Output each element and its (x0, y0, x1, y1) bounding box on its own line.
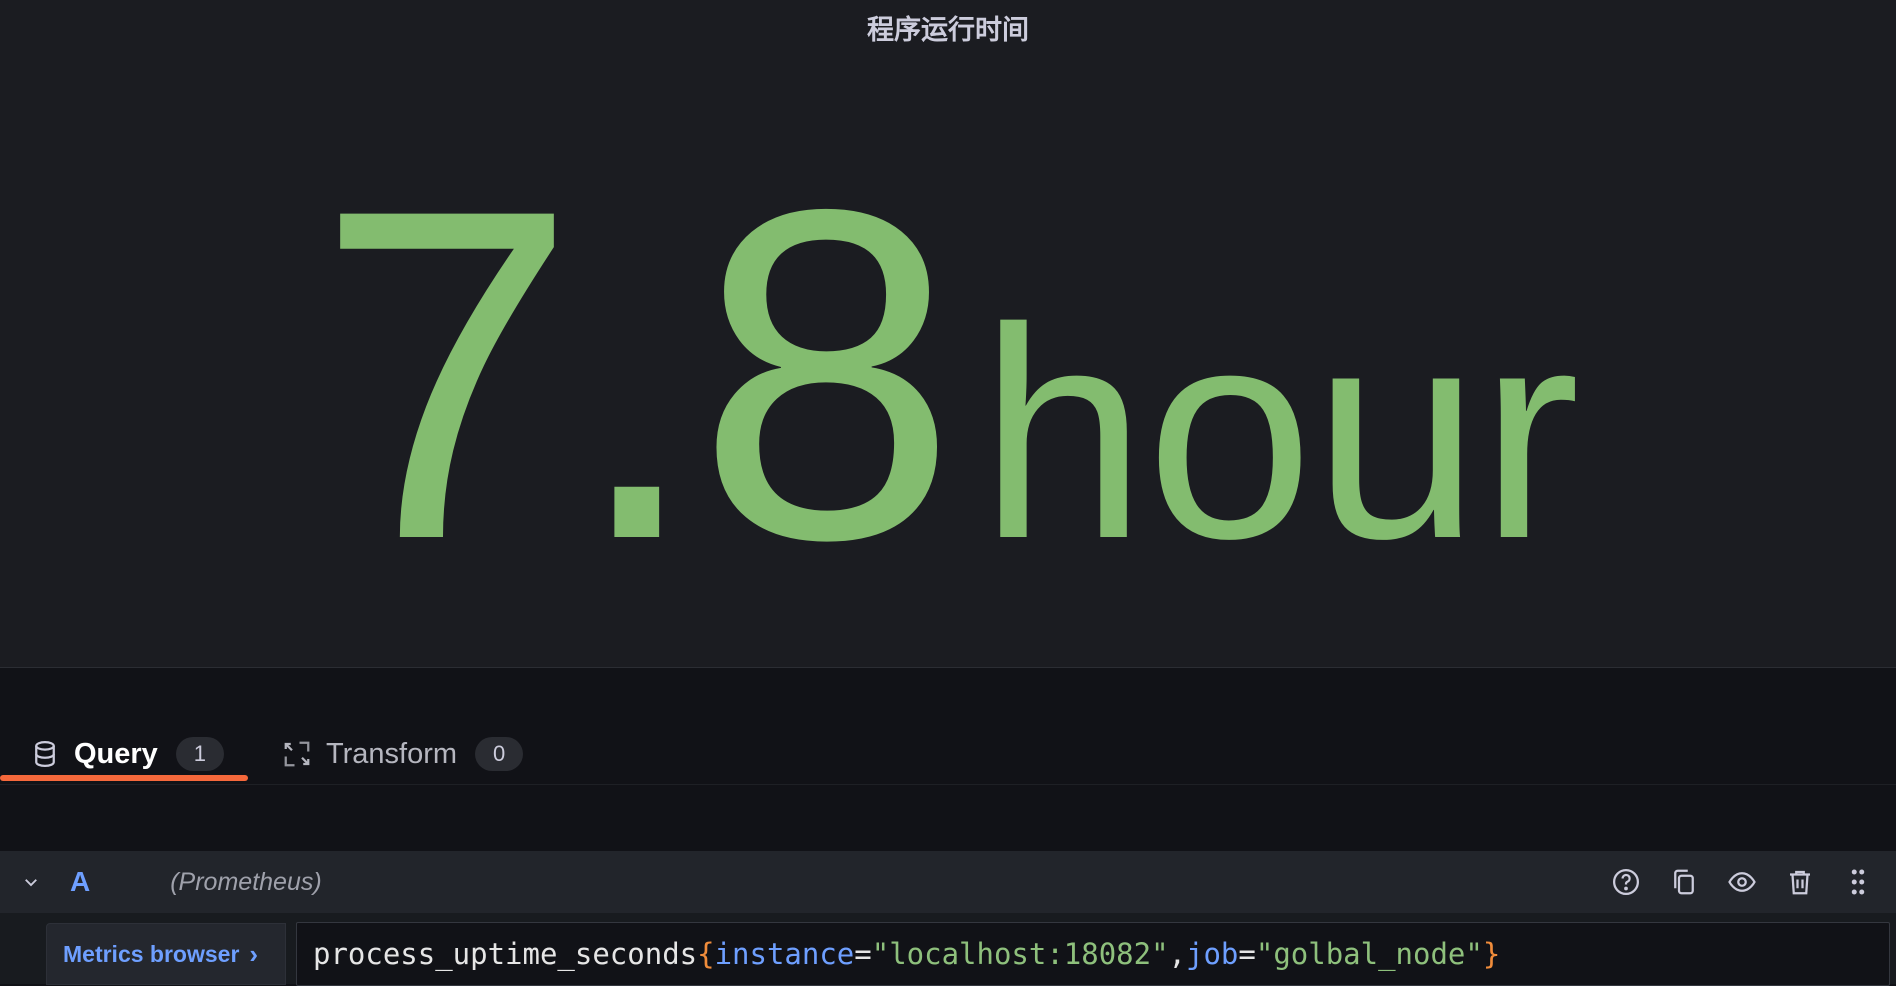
tab-transform-label: Transform (326, 737, 458, 770)
metrics-browser-label: Metrics browser (63, 940, 240, 967)
drag-handle-icon[interactable] (1842, 865, 1874, 899)
query-token: job (1186, 937, 1239, 971)
query-row-header: A (Prometheus) (0, 851, 1896, 913)
metrics-browser-button[interactable]: Metrics browser › (46, 923, 286, 985)
active-tab-indicator (0, 775, 248, 781)
tab-transform[interactable]: Transform 0 (282, 724, 542, 784)
panel-title[interactable]: 程序运行时间 (0, 8, 1896, 47)
query-token: process_uptime_seconds (313, 937, 698, 971)
chevron-right-icon: › (249, 938, 259, 969)
database-icon (30, 739, 60, 769)
query-token: { (697, 937, 715, 971)
query-token: instance (714, 937, 855, 971)
stat-unit: hour (979, 265, 1580, 601)
tab-transform-count: 0 (475, 737, 524, 771)
help-icon[interactable] (1610, 865, 1642, 899)
promql-query-input[interactable]: process_uptime_seconds{instance = "localho… (296, 922, 1890, 986)
query-editor: Metrics browser › process_uptime_seconds… (0, 913, 1896, 986)
trash-icon[interactable] (1784, 865, 1816, 899)
query-token: = (1238, 937, 1256, 971)
stat-value: 7.8 (316, 112, 957, 637)
duplicate-icon[interactable] (1668, 865, 1700, 899)
query-ref-id[interactable]: A (70, 866, 90, 898)
stat-display: 7.8hour (0, 140, 1896, 610)
tab-query-label: Query (74, 737, 158, 770)
query-token: = (854, 937, 872, 971)
query-token: "localhost:18082" (871, 937, 1169, 971)
query-row-actions (1610, 865, 1874, 899)
editor-tabs: Query 1 Transform 0 (0, 668, 1896, 785)
stat-panel: 程序运行时间 7.8hour (0, 0, 1896, 668)
query-token: } (1482, 937, 1501, 971)
query-token: , (1168, 937, 1187, 971)
datasource-name: (Prometheus) (170, 867, 322, 896)
tab-query-count: 1 (175, 737, 224, 771)
eye-icon[interactable] (1726, 865, 1758, 899)
chevron-down-icon[interactable] (16, 867, 46, 897)
query-token: "golbal_node" (1255, 937, 1483, 971)
transform-icon (282, 739, 312, 769)
